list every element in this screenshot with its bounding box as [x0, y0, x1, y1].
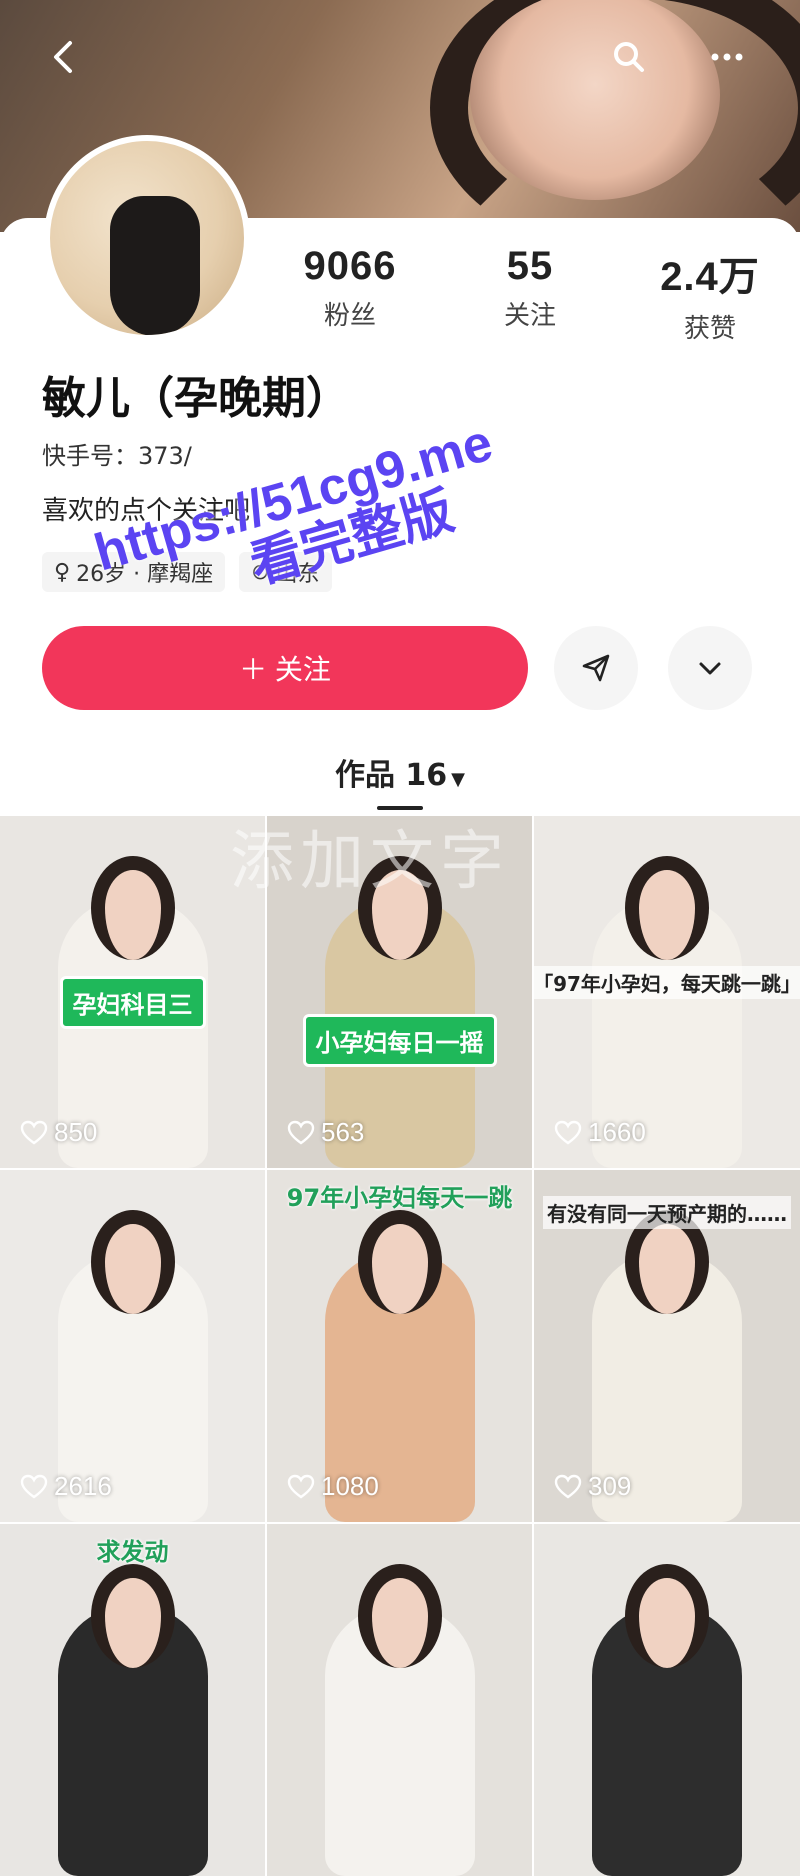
like-count-value: 309 [588, 1471, 632, 1501]
video-thumbnail[interactable]: 97年小孕妇每天一跳 1080 [267, 1170, 532, 1522]
thumbnail-face [90, 1564, 175, 1668]
thumbnail-caption: 有没有同一天预产期的…… [543, 1196, 791, 1229]
like-count: 2616 [20, 1471, 112, 1502]
thumbnail-caption: 孕妇科目三 [59, 976, 206, 1029]
stat-value: 9066 [303, 244, 397, 288]
thumbnail-caption: 97年小孕妇每天一跳 [286, 1184, 513, 1212]
back-button[interactable] [30, 22, 100, 92]
heart-icon [554, 1120, 582, 1144]
like-count-value: 1660 [588, 1117, 646, 1147]
more-dots-icon [711, 53, 743, 61]
stat-likes[interactable]: 2.4万 获赞 [620, 244, 800, 345]
video-thumbnail[interactable]: 求发动 [0, 1524, 265, 1876]
thumbnail-caption: 「97年小孕妇，每天跳一跳」 [534, 966, 800, 999]
more-button[interactable] [692, 22, 762, 92]
send-arrow-icon [582, 654, 610, 682]
stat-label: 关注 [503, 301, 556, 331]
thumbnail-face [625, 856, 709, 960]
avatar-figure [110, 196, 200, 335]
follow-button[interactable]: ＋ 关注 [42, 626, 528, 710]
like-count: 309 [554, 1471, 631, 1502]
stat-value: 55 [506, 244, 554, 288]
search-icon [614, 42, 644, 72]
like-count-value: 2616 [54, 1471, 112, 1501]
profile-name: 敏儿（孕晚期） [42, 373, 350, 424]
heart-icon [20, 1474, 48, 1498]
heart-icon [287, 1474, 315, 1498]
stat-value: 2.4万 [660, 255, 760, 299]
stat-following[interactable]: 55 关注 [440, 244, 620, 345]
chevron-down-icon [699, 662, 721, 675]
caret-down-icon: ▼ [451, 769, 466, 790]
more-options-button[interactable] [668, 626, 752, 710]
like-count: 1660 [554, 1117, 646, 1148]
female-icon: ♀ [54, 559, 71, 585]
thumbnail-face [90, 1210, 175, 1314]
avatar[interactable] [44, 135, 250, 341]
like-count: 850 [20, 1117, 97, 1148]
like-count-value: 563 [321, 1117, 365, 1147]
thumbnail-face [625, 1564, 709, 1668]
tab-works-label: 作品 16 [334, 758, 448, 793]
profile-stats: 9066 粉丝 55 关注 2.4万 获赞 [260, 244, 800, 345]
thumbnail-caption: 求发动 [96, 1538, 169, 1566]
thumbnail-caption: 小孕妇每日一摇 [302, 1014, 497, 1067]
heart-icon [287, 1120, 315, 1144]
like-count-value: 850 [54, 1117, 98, 1147]
background-watermark: 添加文字 [230, 825, 510, 899]
stat-label: 粉丝 [323, 301, 376, 331]
search-button[interactable] [594, 22, 664, 92]
like-count-value: 1080 [321, 1471, 379, 1501]
video-thumbnail[interactable]: 孕妇科目三 850 [0, 816, 265, 1168]
kuaishou-id[interactable]: 快手号：373/ [42, 436, 192, 471]
stat-followers[interactable]: 9066 粉丝 [260, 244, 440, 345]
like-count: 1080 [287, 1471, 379, 1502]
thumbnail-face [357, 1210, 442, 1314]
video-grid: 孕妇科目三 850 小孕妇每日一摇 563 「97年小孕妇，每天跳一跳」 1660 2616… [0, 816, 800, 1876]
like-count: 563 [287, 1117, 364, 1148]
video-thumbnail[interactable]: 「97年小孕妇，每天跳一跳」 1660 [534, 816, 800, 1168]
thumbnail-face [357, 1564, 442, 1668]
stat-label: 获赞 [683, 314, 736, 344]
heart-icon [20, 1120, 48, 1144]
share-button[interactable] [554, 626, 638, 710]
video-thumbnail[interactable] [267, 1524, 532, 1876]
video-thumbnail[interactable]: 2616 [0, 1170, 265, 1522]
thumbnail-face [90, 856, 175, 960]
video-thumbnail[interactable]: 有没有同一天预产期的…… 309 [534, 1170, 800, 1522]
back-arrow-icon [54, 41, 72, 73]
video-thumbnail[interactable] [534, 1524, 800, 1876]
heart-icon [554, 1474, 582, 1498]
follow-label: ＋ 关注 [239, 654, 331, 685]
tab-works[interactable]: 作品 16 ▼ [0, 750, 800, 794]
